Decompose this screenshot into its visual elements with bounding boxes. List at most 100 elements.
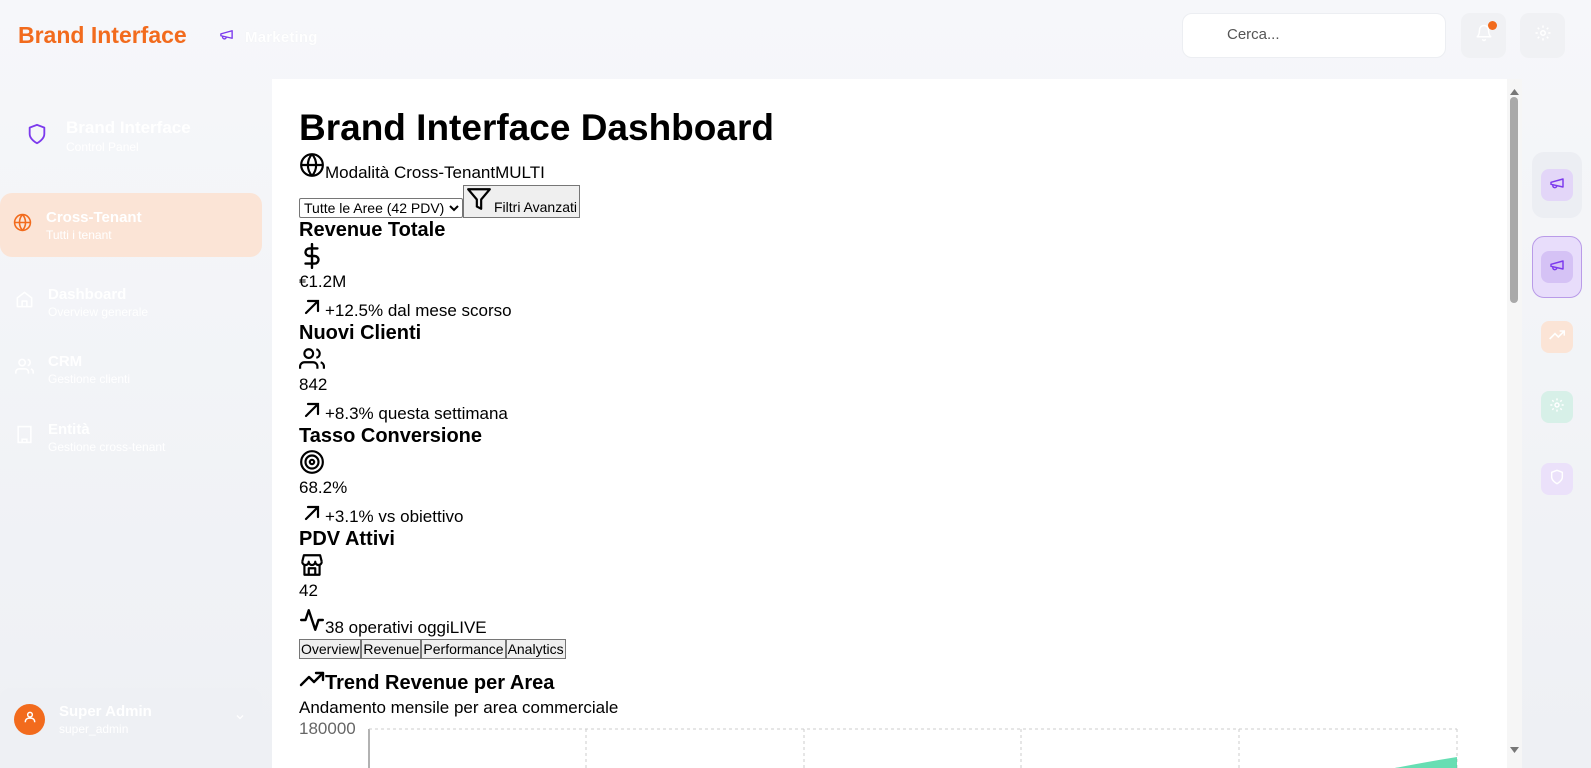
- sidebar-brand-subtitle: Control Panel: [66, 140, 139, 154]
- notifications-button[interactable]: [1461, 13, 1506, 58]
- rail-settings-button[interactable]: [1532, 390, 1582, 424]
- user-icon: [23, 710, 37, 729]
- kpi-change: 38 operativi oggi LIVE: [299, 607, 1479, 638]
- kpi-change-text: +12.5% dal mese scorso: [325, 301, 512, 320]
- tab-list: Overview Revenue Performance Analytics: [299, 639, 1479, 659]
- kpi-change: +12.5% dal mese scorso: [299, 298, 1479, 321]
- filter-icon: [466, 186, 492, 215]
- sidebar-item-sub: Gestione clienti: [48, 371, 131, 386]
- sidebar-item-dashboard[interactable]: Dashboard Overview generale: [0, 270, 262, 334]
- kpi-change: +3.1% vs obiettivo: [299, 504, 1479, 527]
- arrow-up-right-icon: [299, 504, 325, 527]
- user-role: super_admin: [59, 721, 129, 736]
- chart-plot-area: [368, 728, 1458, 768]
- activity-icon: [299, 607, 325, 638]
- rail-icon-bg: [1541, 321, 1573, 353]
- search-box[interactable]: [1182, 13, 1446, 58]
- kpi-card-active-pdv: PDV Attivi 42 38 operativi oggi LIVE: [299, 527, 1479, 638]
- user-name: Super Admin: [59, 702, 152, 720]
- globe-icon: [13, 213, 32, 237]
- rail-marketing-button[interactable]: [1532, 152, 1582, 218]
- sidebar-item-sub: Gestione cross-tenant: [48, 439, 166, 454]
- sidebar-item-label: Dashboard: [48, 285, 127, 303]
- kpi-change-text: 38 operativi oggi: [325, 618, 450, 637]
- mode-label: Modalità Cross-Tenant: [325, 163, 496, 182]
- kpi-title: Tasso Conversione: [299, 425, 483, 447]
- chart-heading: Trend Revenue per Area: [299, 669, 1479, 695]
- rail-icon-bg: [1541, 391, 1573, 423]
- megaphone-icon: [1549, 257, 1565, 278]
- tab-analytics[interactable]: Analytics: [505, 639, 566, 659]
- advanced-filters-label: Filtri Avanzati: [494, 199, 577, 215]
- rail-marketing-active-button[interactable]: [1532, 236, 1582, 298]
- sidebar-item-sub: Tutti i tenant: [46, 227, 112, 242]
- kpi-value: 842: [299, 375, 328, 394]
- chart-subtitle: Andamento mensile per area commerciale: [299, 698, 619, 717]
- sidebar-item-crm[interactable]: CRM Gestione clienti: [0, 337, 262, 401]
- kpi-value: 42: [299, 581, 318, 600]
- sidebar-brand-title: Brand Interface: [66, 118, 191, 137]
- trending-up-icon: [1549, 327, 1566, 348]
- kpi-change: +8.3% questa settimana: [299, 401, 1479, 424]
- scroll-down-arrow-icon[interactable]: [1510, 740, 1519, 758]
- avatar: [14, 703, 45, 735]
- brand-logo-text[interactable]: Brand Interface: [18, 22, 187, 49]
- kpi-title: PDV Attivi: [299, 528, 395, 550]
- target-icon: [299, 448, 1479, 476]
- gear-icon: [1534, 24, 1552, 47]
- top-bar: Brand Interface Marketing: [0, 0, 1591, 72]
- main-content: Brand Interface Dashboard Modalità Cross…: [272, 79, 1522, 768]
- sidebar-item-entita[interactable]: Entità Gestione cross-tenant: [0, 405, 262, 469]
- megaphone-icon: [218, 27, 235, 47]
- module-switcher[interactable]: Marketing: [218, 27, 318, 47]
- megaphone-icon: [1549, 175, 1565, 196]
- gear-icon: [1549, 397, 1565, 418]
- shield-icon: [1549, 469, 1565, 490]
- dollar-icon: [299, 242, 1479, 270]
- settings-button[interactable]: [1520, 13, 1565, 58]
- home-icon: [15, 290, 34, 314]
- page-title: Brand Interface Dashboard: [299, 107, 774, 148]
- rail-security-button[interactable]: [1532, 462, 1582, 496]
- user-profile-menu[interactable]: Super Admin super_admin: [0, 688, 262, 750]
- tab-performance[interactable]: Performance: [421, 639, 506, 659]
- search-icon: [1199, 28, 1215, 49]
- sidebar-item-label: CRM: [48, 352, 83, 370]
- area-series-green: [1394, 757, 1457, 768]
- sidebar-brand: Brand Interface Control Panel: [26, 118, 191, 154]
- rail-analytics-button[interactable]: [1532, 320, 1582, 354]
- sidebar: Brand Interface Control Panel Cross-Tena…: [0, 78, 272, 768]
- mode-badge: MULTI: [495, 163, 545, 182]
- advanced-filters-button[interactable]: Filtri Avanzati: [463, 185, 580, 218]
- sidebar-item-label: Cross-Tenant: [46, 208, 142, 226]
- live-badge: LIVE: [449, 618, 487, 637]
- kpi-change-text: +3.1% vs obiettivo: [325, 507, 464, 526]
- tab-overview[interactable]: Overview: [299, 639, 362, 659]
- kpi-card-revenue: Revenue Totale €1.2M +12.5% dal mese sco…: [299, 218, 1479, 321]
- globe-icon: [299, 152, 325, 183]
- users-icon: [299, 345, 1479, 373]
- mode-indicator: Modalità Cross-Tenant MULTI: [299, 152, 1479, 183]
- area-select[interactable]: Tutte le Aree (42 PDV): [299, 198, 463, 218]
- sidebar-item-label: Entità: [48, 420, 90, 438]
- arrow-up-right-icon: [299, 298, 325, 321]
- chart-title: Trend Revenue per Area: [325, 672, 555, 694]
- tab-revenue[interactable]: Revenue: [361, 639, 422, 659]
- users-icon: [15, 357, 35, 381]
- rail-icon-bg: [1541, 463, 1573, 495]
- sidebar-item-sub: Overview generale: [48, 304, 149, 319]
- kpi-change-text: +8.3% questa settimana: [325, 404, 508, 423]
- chevron-down-icon: [234, 710, 246, 728]
- revenue-chart: 180000: [299, 719, 1479, 768]
- scrollbar[interactable]: [1507, 79, 1522, 768]
- kpi-card-conversion: Tasso Conversione 68.2% +3.1% vs obietti…: [299, 424, 1479, 527]
- kpi-card-new-clients: Nuovi Clienti 842 +8.3% questa settimana: [299, 321, 1479, 424]
- kpi-value: 68.2%: [299, 478, 348, 497]
- sidebar-item-cross-tenant[interactable]: Cross-Tenant Tutti i tenant: [0, 193, 262, 257]
- scrollbar-thumb[interactable]: [1510, 97, 1518, 303]
- store-icon: [299, 551, 1479, 579]
- kpi-title: Revenue Totale: [299, 219, 446, 241]
- building-icon: [15, 425, 34, 449]
- trending-up-icon: [299, 669, 325, 695]
- search-input[interactable]: [1227, 26, 1427, 43]
